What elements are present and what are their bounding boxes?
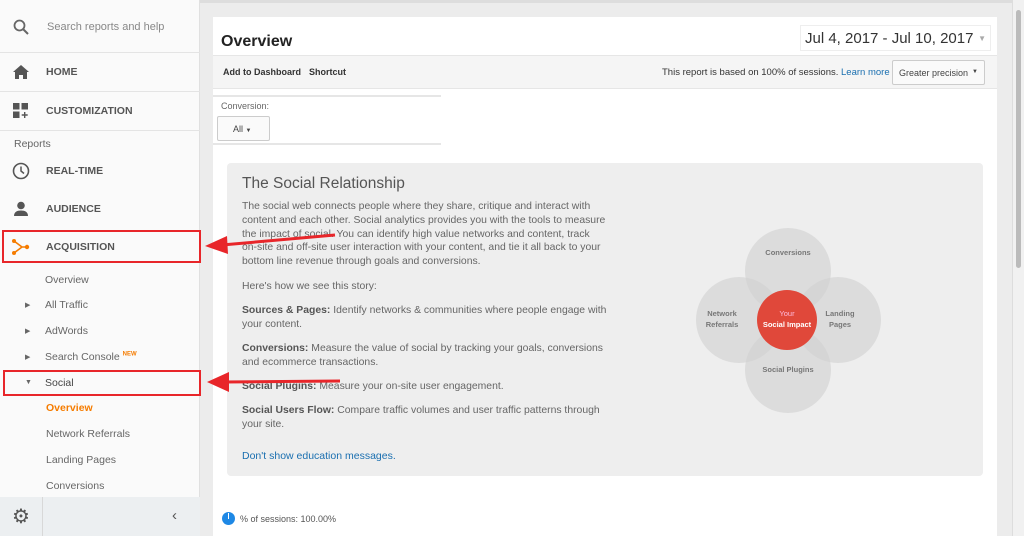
arrow-acquisition [205,233,336,254]
conversion-dropdown[interactable]: All ▼ [217,116,270,141]
sidebar-footer: ⚙ ‹ [0,497,200,536]
label-social-impact: Social Impact [763,320,812,329]
sidebar-item-adwords[interactable]: AdWords [45,325,88,337]
precision-value: Greater precision [899,68,969,78]
sampling-message: This report is based on 100% of sessions… [662,67,839,78]
sidebar: Search reports and help HOME CUSTOMIZATI… [0,0,201,536]
sidebar-item-conversions[interactable]: Conversions [46,480,104,492]
date-range-picker[interactable]: Jul 4, 2017 - Jul 10, 2017 ▼ [800,25,991,51]
label-network: Network [707,309,737,318]
search-icon [12,18,30,36]
highlight-box-social [3,370,201,396]
sidebar-item-realtime[interactable]: REAL-TIME [0,161,200,181]
learn-more-link[interactable]: Learn more [841,67,890,78]
label-referrals: Referrals [706,320,739,329]
new-badge: NEW [122,351,137,358]
sidebar-item-customization[interactable]: CUSTOMIZATION [0,101,200,121]
label-social-plugins: Social Plugins [762,365,813,374]
collapse-sidebar-icon[interactable]: ‹ [172,507,177,524]
sidebar-item-label: AUDIENCE [46,203,101,215]
sessions-legend: % of sessions: 100.00% [222,512,336,525]
chevron-down-icon: ▼ [245,128,252,134]
sidebar-item-audience[interactable]: AUDIENCE [0,199,200,219]
social-impact-diagram: Conversions Network Referrals Landing Pa… [696,228,881,413]
date-range: Jul 4, 2017 - Jul 10, 2017 [805,29,974,47]
sidebar-item-network-referrals[interactable]: Network Referrals [46,428,130,440]
label-conversions: Conversions [765,248,810,257]
home-icon [12,63,30,81]
sidebar-item-all-traffic[interactable]: All Traffic [45,299,88,311]
sidebar-item-label: Search Console [45,351,120,363]
sampling-text: This report is based on 100% of sessions… [662,67,890,78]
sidebar-item-acq-overview[interactable]: Overview [45,274,89,286]
highlight-box-acquisition [2,230,201,263]
expand-icon[interactable]: ▶ [25,353,30,361]
clock-icon [12,162,30,180]
shortcut-button[interactable]: Shortcut [309,67,346,77]
label-landing: Landing [825,309,855,318]
conversion-value: All [233,124,244,134]
chevron-down-icon: ▼ [972,69,978,75]
sidebar-item-home[interactable]: HOME [0,62,200,82]
person-icon [12,200,30,218]
expand-icon[interactable]: ▶ [25,301,30,309]
gear-icon[interactable]: ⚙ [0,497,43,536]
dashboard-add-icon [12,102,30,120]
add-to-dashboard-button[interactable]: Add to Dashboard [223,67,301,77]
sessions-percentage: % of sessions: 100.00% [240,513,337,524]
chevron-down-icon: ▼ [978,33,986,43]
precision-dropdown[interactable]: Greater precision ▼ [892,60,985,85]
item-term: Social Users Flow: [242,405,335,416]
search-box[interactable]: Search reports and help [0,14,200,40]
sidebar-item-landing-pages[interactable]: Landing Pages [46,454,116,466]
conversion-label: Conversion: [221,101,270,111]
pie-icon [222,512,235,525]
conversion-filter: Conversion: All ▼ [213,95,441,145]
annotation-arrows [205,233,341,392]
sidebar-item-label: CUSTOMIZATION [46,105,133,117]
card-title: The Social Relationship [242,175,405,192]
reports-heading: Reports [14,138,51,150]
page-title: Overview [221,33,293,50]
card-item-users-flow: Social Users Flow: Compare traffic volum… [242,404,607,432]
sidebar-item-search-console[interactable]: Search Console NEW [45,351,137,363]
sidebar-item-social-overview[interactable]: Overview [46,402,93,414]
toolbar: Add to Dashboard Shortcut This report is… [213,55,997,89]
label-your: Your [779,309,795,318]
search-input[interactable]: Search reports and help [47,21,164,33]
arrow-social [207,372,341,392]
scrollbar-thumb[interactable] [1016,10,1021,268]
dismiss-education-link[interactable]: Don't show education messages. [242,450,396,462]
sidebar-item-label: REAL-TIME [46,165,104,177]
sidebar-item-label: HOME [46,66,78,78]
expand-icon[interactable]: ▶ [25,327,30,335]
label-pages: Pages [829,320,851,329]
